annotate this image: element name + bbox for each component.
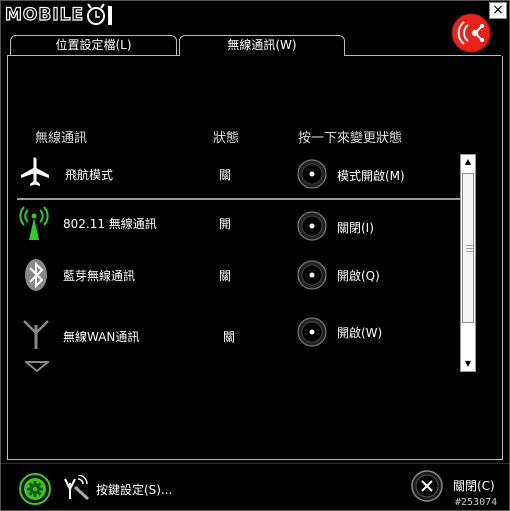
section-divider bbox=[17, 198, 461, 200]
wireless-keys-icon bbox=[64, 475, 89, 501]
row-airplane-label: 飛航模式 bbox=[65, 168, 114, 182]
window-close-button[interactable]: × bbox=[489, 2, 507, 19]
brand-logo-text: MOBILE bbox=[4, 4, 85, 25]
airplane-icon bbox=[21, 157, 49, 186]
bluetooth-toggle-label[interactable]: 開啟(Q) bbox=[337, 267, 380, 284]
tab-panel bbox=[7, 56, 503, 460]
brand-logo: MOBILE bbox=[4, 3, 116, 27]
row-wan-status: 關 bbox=[223, 330, 236, 344]
bluetooth-toggle-button[interactable] bbox=[297, 260, 327, 290]
button-settings-link[interactable]: 按鍵設定(S)... bbox=[96, 481, 172, 498]
settings-gear-button[interactable] bbox=[19, 473, 51, 505]
column-header-wireless: 無線通訊 bbox=[35, 131, 88, 146]
tab-wireless[interactable]: 無線通訊(W) bbox=[179, 35, 345, 56]
row-bluetooth-status: 關 bbox=[219, 269, 232, 283]
row-wan-label: 無線WAN通訊 bbox=[63, 330, 140, 344]
app-window: MOBILE × 位置設定檔(L) 無線通訊(W) 無線通訊 狀態 按一下來變更… bbox=[0, 0, 510, 511]
wan-toggle-button[interactable] bbox=[297, 317, 327, 347]
airplane-toggle-button[interactable] bbox=[297, 159, 327, 189]
partial-row-icon bbox=[25, 361, 49, 373]
wan-toggle-label[interactable]: 開啟(W) bbox=[337, 324, 382, 341]
list-scrollbar[interactable]: ▲ — — — ▼ bbox=[460, 154, 476, 372]
close-round-button[interactable] bbox=[411, 470, 443, 502]
wifi-antenna-icon bbox=[19, 206, 49, 240]
row-wifi-label: 802.11 無線通訊 bbox=[63, 217, 157, 231]
wan-antenna-icon bbox=[23, 320, 49, 349]
wifi-toggle-button[interactable] bbox=[297, 211, 327, 241]
wifi-toggle-label[interactable]: 關閉(I) bbox=[337, 219, 374, 236]
column-header-status: 狀態 bbox=[213, 131, 240, 146]
close-label[interactable]: 關閉(C) bbox=[453, 477, 495, 494]
tab-location-profiles[interactable]: 位置設定檔(L) bbox=[10, 35, 177, 55]
brand-mark-icon bbox=[87, 3, 113, 25]
column-header-action: 按一下來變更狀態 bbox=[298, 131, 403, 146]
scroll-grip-icon: — — — bbox=[466, 241, 473, 255]
row-wifi-status: 開 bbox=[219, 217, 232, 231]
row-airplane-status: 關 bbox=[219, 168, 232, 182]
row-bluetooth-label: 藍芽無線通訊 bbox=[63, 269, 136, 283]
scroll-up-arrow-icon[interactable]: ▲ bbox=[461, 155, 475, 169]
watermark-text: #253074 bbox=[455, 497, 498, 508]
footer-separator bbox=[1, 463, 509, 464]
scroll-thumb[interactable]: — — — bbox=[462, 173, 474, 323]
airplane-toggle-label[interactable]: 模式開啟(M) bbox=[337, 167, 405, 184]
scroll-down-arrow-icon[interactable]: ▼ bbox=[461, 357, 475, 371]
tab-strip: 位置設定檔(L) 無線通訊(W) bbox=[7, 35, 501, 56]
bluetooth-icon bbox=[25, 259, 47, 291]
